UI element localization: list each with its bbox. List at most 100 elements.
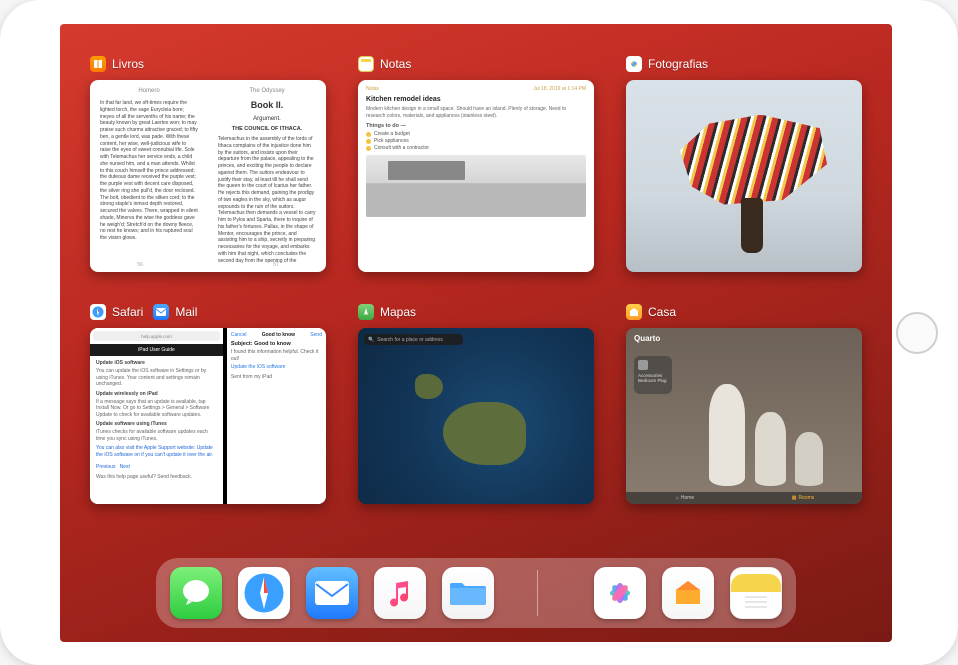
house-icon: ⌂ [676, 495, 679, 501]
mail-body: I found this information helpful. Check … [231, 349, 322, 362]
dock-app-mail[interactable] [306, 567, 358, 619]
dock-app-home[interactable] [662, 567, 714, 619]
article-title: Update iOS software [96, 360, 217, 366]
url-bar: help.apple.com [93, 331, 220, 341]
switcher-card-livros[interactable]: Livros Homero In that far land, we oft-t… [90, 54, 326, 272]
next-link: Next [120, 464, 130, 470]
switcher-card-title: Safari [112, 305, 143, 319]
mail-signoff: Sent from my iPad [231, 374, 322, 381]
book-subtitle: Argument. [218, 116, 316, 122]
dock-recent-apps [594, 567, 782, 619]
note-item: Create a budget [374, 131, 410, 137]
map-search-placeholder: Search for a place or address [377, 337, 443, 343]
note-section: Things to do — [366, 123, 586, 129]
notes-icon-header [731, 574, 781, 592]
switcher-card-title: Casa [648, 305, 676, 319]
dock [156, 558, 796, 628]
mail-link: Update the iOS software [231, 364, 322, 370]
feedback-line: Was this help page useful? Send feedback… [96, 474, 217, 481]
note-heading: Kitchen remodel ideas [366, 96, 586, 103]
screen: Livros Homero In that far land, we oft-t… [60, 24, 892, 642]
safari-icon [90, 304, 106, 320]
accessory-tile: Accessories Bedroom Plug [634, 356, 672, 394]
book-left-text: In that far land, we oft-times require t… [100, 100, 198, 242]
map-search-bar: 🔍 Search for a place or address [364, 334, 463, 345]
livros-preview: Homero In that far land, we oft-times re… [90, 80, 326, 272]
plug-icon [638, 360, 648, 370]
book-title: Book II. [218, 100, 316, 110]
dock-app-safari[interactable] [238, 567, 290, 619]
book-left-header: Homero [100, 88, 198, 94]
home-tab-rooms: ▦Rooms [744, 492, 862, 504]
notes-icon [358, 56, 374, 72]
notas-preview: Notas Jul 18, 2019 at 1:14 PM Kitchen re… [358, 80, 594, 272]
switcher-card-header: Mapas [358, 302, 594, 322]
dock-main-apps [170, 567, 494, 619]
dock-separator [537, 570, 538, 616]
fotografias-preview [626, 80, 862, 272]
room-background [702, 372, 844, 486]
article-sub: Update software using iTunes [96, 421, 217, 427]
note-image [366, 155, 586, 217]
home-icon [626, 304, 642, 320]
article-line: iTunes checks for available software upd… [96, 429, 217, 442]
book-right-header: The Odyssey [218, 88, 316, 94]
dock-app-music[interactable] [374, 567, 426, 619]
note-date: Jul 18, 2019 at 1:14 PM [533, 86, 586, 92]
switcher-card-header: Fotografias [626, 54, 862, 74]
bullet-icon [366, 132, 371, 137]
article-line: If a message says that an update is avai… [96, 399, 217, 419]
photos-icon [626, 56, 642, 72]
mapas-preview: 🔍 Search for a place or address [358, 328, 594, 504]
books-icon [90, 56, 106, 72]
home-tab-bar: ⌂Home ▦Rooms [626, 492, 862, 504]
bullet-icon [366, 146, 371, 151]
switcher-card-safari-mail[interactable]: Safari Mail help.apple.com iPad User Gui… [90, 302, 326, 504]
map-island [443, 402, 526, 465]
dock-app-files[interactable] [442, 567, 494, 619]
mail-pane: Cancel Good to know Send Subject: Good t… [227, 328, 326, 504]
article-line: You can update the iOS software in Setti… [96, 368, 217, 388]
switcher-card-title: Mapas [380, 305, 416, 319]
page-number-right: 57 [273, 262, 279, 268]
switcher-card-fotografias[interactable]: Fotografias [626, 54, 862, 272]
switcher-card-mapas[interactable]: Mapas 🔍 Search for a place or address [358, 302, 594, 504]
switcher-card-title: Fotografias [648, 57, 708, 71]
casa-preview: Quarto Accessories Bedroom Plug ⌂Home ▦R… [626, 328, 862, 504]
mail-subject: Good to know [262, 332, 295, 338]
mail-cancel: Cancel [231, 332, 247, 338]
switcher-card-title: Mail [175, 305, 197, 319]
page-header: iPad User Guide [90, 344, 223, 356]
book-council: THE COUNCIL OF ITHACA. [218, 126, 316, 132]
photo-subject [692, 115, 815, 253]
mail-greeting: Subject: Good to know [231, 341, 322, 347]
switcher-card-header: Notas [358, 54, 594, 74]
bullet-icon [366, 139, 371, 144]
dock-app-photos[interactable] [594, 567, 646, 619]
page-number-left: 56 [137, 262, 143, 268]
app-switcher: Livros Homero In that far land, we oft-t… [60, 24, 892, 504]
note-item: Consult with a contractor [374, 145, 429, 151]
switcher-card-title: Notas [380, 57, 411, 71]
switcher-card-casa[interactable]: Casa Quarto Accessories Bedroom Plug ⌂Ho… [626, 302, 862, 504]
home-button[interactable] [896, 312, 938, 354]
book-right-text: Telemachus in the assembly of the lords … [218, 136, 316, 264]
switcher-card-header: Safari Mail [90, 302, 326, 322]
switcher-card-notas[interactable]: Notas Notas Jul 18, 2019 at 1:14 PM Kitc… [358, 54, 594, 272]
note-body: Modern kitchen design in a small space. … [366, 106, 586, 119]
mail-send: Send [310, 332, 322, 338]
map-island [415, 374, 443, 399]
search-icon: 🔍 [368, 337, 374, 343]
note-back: Notas [366, 86, 379, 92]
split-view-preview: help.apple.com iPad User Guide Update iO… [90, 328, 326, 504]
dock-app-notes[interactable] [730, 567, 782, 619]
maps-icon [358, 304, 374, 320]
switcher-card-title: Livros [112, 57, 144, 71]
prev-link: Previous [96, 464, 115, 470]
dock-app-messages[interactable] [170, 567, 222, 619]
room-name: Quarto [634, 334, 660, 343]
mail-icon [153, 304, 169, 320]
article-link: You can also visit the Apple Support web… [96, 445, 213, 458]
grid-icon: ▦ [792, 495, 797, 501]
note-item: Pick appliances [374, 138, 409, 144]
